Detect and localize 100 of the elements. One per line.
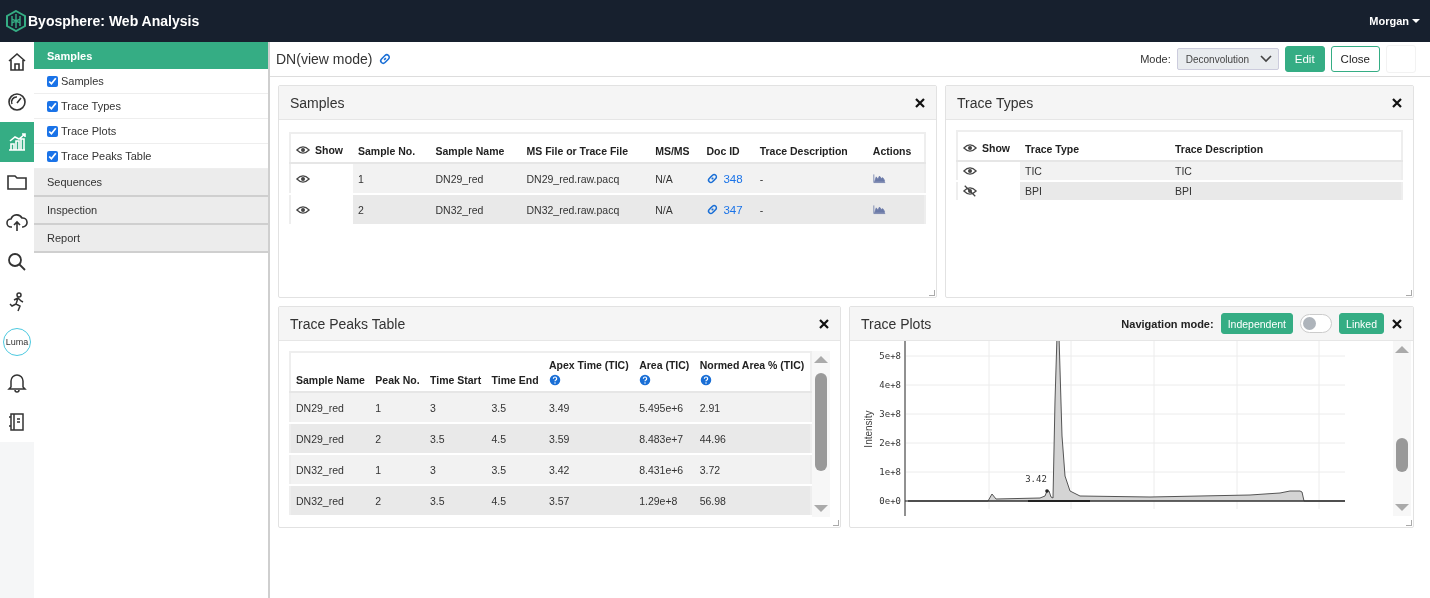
- panel-title: Trace Types: [957, 94, 1034, 111]
- table-cell: DN29_red: [290, 392, 371, 423]
- table-cell: 3.57: [543, 485, 635, 516]
- resize-handle[interactable]: [1406, 520, 1412, 526]
- axis-title: Intensity: [863, 410, 874, 448]
- section-header[interactable]: Inspection: [34, 197, 268, 225]
- column-header: Sample Name: [435, 145, 505, 157]
- table-cell: 2.91: [694, 392, 811, 423]
- user-menu[interactable]: Morgan: [1369, 15, 1420, 27]
- column-header: Time End: [491, 374, 539, 386]
- close-button[interactable]: Close: [1330, 46, 1380, 72]
- section-header[interactable]: Sequences: [34, 169, 268, 197]
- page-title: DN(view mode): [276, 51, 373, 67]
- link-icon: [378, 52, 393, 66]
- table-cell: 3.49: [543, 392, 635, 423]
- eye-icon: [963, 141, 977, 155]
- table-cell: 1: [370, 392, 425, 423]
- close-button[interactable]: [914, 96, 926, 109]
- view-chart-button[interactable]: [872, 172, 886, 185]
- nav-button[interactable]: [0, 162, 34, 202]
- axis-tick-label: 3e+8: [879, 409, 901, 419]
- help-icon: [639, 374, 652, 386]
- sidebar-item[interactable]: Trace Peaks Table: [61, 150, 152, 162]
- app-title: Byosphere: Web Analysis: [28, 13, 200, 29]
- column-header: Trace Description: [759, 145, 848, 157]
- table-cell: 3.72: [694, 454, 811, 485]
- axis-tick-label: 5e+8: [879, 351, 901, 361]
- table-cell: 1.29e+8: [634, 485, 695, 516]
- close-icon: [818, 317, 830, 330]
- table-cell: 3: [425, 454, 487, 485]
- axis-tick-label: 2e+8: [879, 438, 901, 448]
- table-cell: 3.42: [543, 454, 635, 485]
- eye-icon: [963, 164, 977, 178]
- nav-button[interactable]: [0, 42, 34, 82]
- table-cell: N/A: [650, 163, 702, 194]
- area-chart-icon: [872, 203, 886, 216]
- resize-handle[interactable]: [833, 520, 839, 526]
- gauge-icon: [6, 91, 28, 113]
- link-icon: [706, 203, 720, 216]
- scrollbar[interactable]: [1393, 341, 1411, 516]
- luma-button[interactable]: Luma: [0, 322, 34, 362]
- table-cell: 8.431e+6: [634, 454, 695, 485]
- area-chart-icon: [872, 172, 886, 185]
- close-icon: [1391, 317, 1403, 330]
- close-button[interactable]: [818, 317, 830, 330]
- column-header: MS/MS: [655, 145, 690, 157]
- visibility-toggle[interactable]: [963, 164, 977, 178]
- peak-marker: [1045, 489, 1049, 493]
- table-cell: 3.59: [543, 423, 635, 454]
- table-cell: 8.483e+7: [634, 423, 695, 454]
- resize-handle[interactable]: [1406, 290, 1412, 296]
- column-header: Sample Name: [296, 374, 366, 386]
- table-cell: 5.495e+6: [634, 392, 695, 423]
- sidebar-item[interactable]: Samples: [61, 75, 104, 87]
- table-cell: DN29_red: [430, 163, 522, 194]
- mode-label: Mode:: [1140, 53, 1171, 65]
- navigation-label: Navigation mode:: [1121, 317, 1214, 330]
- checkbox[interactable]: [47, 125, 58, 137]
- table-cell: N/A: [650, 194, 702, 225]
- section-header[interactable]: Report: [34, 225, 268, 253]
- help-icon: [548, 374, 561, 386]
- eye-icon: [296, 143, 310, 157]
- table-cell: DN32_red.raw.pacq: [521, 194, 651, 225]
- table-cell: 3.5: [486, 392, 544, 423]
- resize-handle[interactable]: [929, 290, 935, 296]
- view-chart-button[interactable]: [872, 203, 886, 216]
- help-icon: [699, 374, 712, 386]
- chart-icon: [6, 131, 28, 153]
- scrollbar[interactable]: [812, 351, 830, 517]
- checkbox[interactable]: [47, 100, 58, 112]
- column-header: Actions: [872, 145, 912, 157]
- mode-dropdown[interactable]: Deconvolution: [1176, 48, 1279, 70]
- close-icon: [914, 96, 926, 109]
- toggle-switch[interactable]: [1300, 314, 1333, 333]
- table-cell: 3.5: [425, 423, 487, 454]
- table-cell: 4.5: [486, 423, 544, 454]
- chevron-icon: [1259, 55, 1272, 63]
- caret-icon: [1412, 18, 1420, 24]
- close-button[interactable]: [1391, 317, 1403, 330]
- table-cell: 4.5: [486, 485, 544, 516]
- column-header: Trace Description: [1175, 143, 1264, 155]
- checkbox[interactable]: [47, 75, 58, 87]
- column-header: Sample No.: [358, 145, 416, 157]
- panel-title: Trace Peaks Table: [290, 315, 406, 332]
- checkbox[interactable]: [47, 150, 58, 162]
- visibility-toggle[interactable]: [963, 184, 977, 198]
- column-header: Show: [315, 144, 343, 156]
- column-header: Show: [982, 142, 1010, 154]
- table-cell: -: [754, 194, 868, 225]
- table-cell: 2: [370, 485, 425, 516]
- sidebar-item[interactable]: Trace Types: [61, 100, 121, 112]
- sidebar-item[interactable]: Trace Plots: [61, 125, 117, 137]
- table-cell: -: [754, 163, 868, 194]
- table-cell: DN29_red: [290, 423, 371, 454]
- axis-tick-label: 1e+8: [879, 467, 901, 477]
- table-cell: DN32_red: [290, 454, 371, 485]
- close-button[interactable]: [1391, 96, 1403, 109]
- column-header: Apex Time (TIC): [548, 359, 630, 371]
- panel-title: Trace Plots: [861, 315, 932, 332]
- column-header: Area (TIC): [639, 359, 690, 371]
